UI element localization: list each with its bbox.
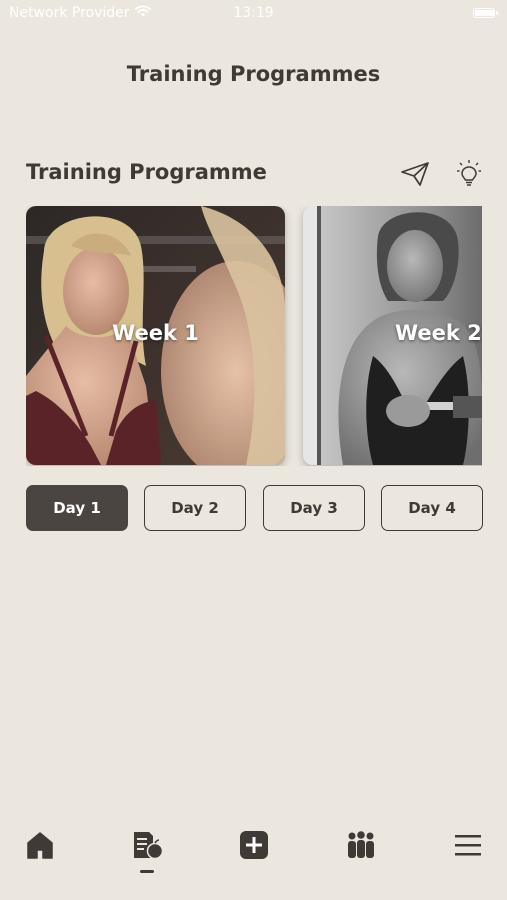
active-tab-indicator: [140, 870, 154, 873]
section-header: Training Programme: [26, 160, 486, 192]
clock: 13:19: [233, 5, 274, 21]
tips-button[interactable]: [452, 160, 486, 192]
tab-day-1[interactable]: Day 1: [26, 485, 128, 531]
paper-plane-icon: [400, 161, 430, 191]
week-1-label: Week 1: [112, 321, 199, 345]
tab-day-4[interactable]: Day 4: [381, 485, 483, 531]
nav-menu[interactable]: [443, 830, 493, 880]
nav-add[interactable]: [229, 830, 279, 880]
share-button[interactable]: [398, 160, 432, 192]
bottom-navigation: [0, 820, 507, 890]
tab-day-2[interactable]: Day 2: [144, 485, 246, 531]
nav-nutrition[interactable]: [122, 830, 172, 880]
nav-community[interactable]: [336, 830, 386, 880]
week-card-2[interactable]: Week 2: [303, 206, 482, 465]
status-bar: Network Provider 13:19: [0, 0, 507, 28]
day-selector: Day 1 Day 2 Day 3 Day 4: [26, 485, 486, 533]
add-square-icon: [239, 830, 269, 864]
lightbulb-icon: [456, 159, 482, 193]
page-title: Training Programmes: [126, 62, 381, 86]
nutrition-document-icon: [131, 830, 164, 864]
menu-icon: [453, 830, 483, 864]
community-icon: [345, 830, 377, 864]
home-icon: [25, 830, 55, 864]
nav-home[interactable]: [15, 830, 65, 880]
week-carousel[interactable]: Week 1 Week 2: [26, 206, 482, 466]
section-title: Training Programme: [26, 160, 267, 184]
tab-day-3[interactable]: Day 3: [263, 485, 365, 531]
week-card-1[interactable]: Week 1: [26, 206, 285, 465]
week-2-label: Week 2: [395, 321, 482, 345]
battery-icon: [473, 8, 498, 18]
